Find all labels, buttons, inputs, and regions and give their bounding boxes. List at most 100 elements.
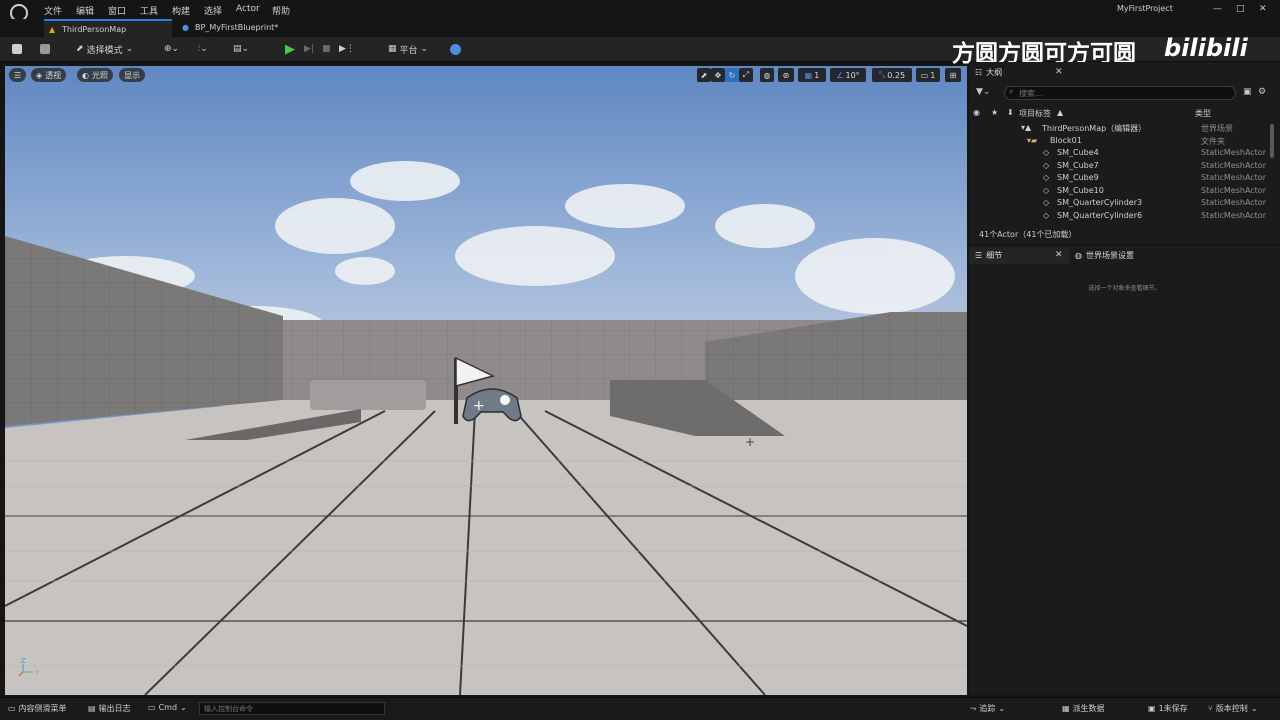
- unsaved-button[interactable]: ▣ 1未保存: [1148, 703, 1188, 714]
- menu-select[interactable]: 选择: [204, 4, 222, 17]
- chevron-down-icon: ⌄: [125, 44, 134, 54]
- stop-button[interactable]: ■: [322, 41, 331, 57]
- rotate-tool-button[interactable]: ↻: [725, 68, 739, 82]
- static-mesh-icon: ◇: [1043, 148, 1050, 157]
- blueprint-button[interactable]: ⫶⌄: [198, 41, 208, 57]
- tab-details[interactable]: ☰ 细节: [969, 247, 1069, 264]
- outliner-row[interactable]: ◇ SM_QuarterCylinder3 StaticMeshActor: [969, 198, 1269, 210]
- add-folder-icon[interactable]: ▣: [1243, 87, 1252, 97]
- row-label: SM_Cube4: [1057, 148, 1099, 157]
- svg-text:+: +: [473, 398, 485, 414]
- outliner-settings-icon[interactable]: ⚙: [1258, 87, 1266, 97]
- play-options-button[interactable]: ▶⋮: [339, 41, 355, 57]
- maximize-icon[interactable]: □: [1236, 4, 1245, 14]
- source-control-button[interactable]: ⑂ 版本控制 ⌄: [1208, 703, 1258, 714]
- menu-actor[interactable]: Actor: [236, 4, 260, 14]
- scale-tool-button[interactable]: ⤢: [739, 68, 753, 82]
- select-mode-dropdown[interactable]: ⬈ 选择模式 ⌄: [76, 41, 133, 57]
- derived-data-button[interactable]: ▦ 派生数据: [1062, 703, 1105, 714]
- translate-tool-button[interactable]: ✥: [711, 68, 725, 82]
- tab-label: ThirdPersonMap: [62, 25, 127, 34]
- output-log-button[interactable]: ▤ 输出日志: [88, 703, 131, 714]
- tab-world-settings[interactable]: ◍ 世界场景设置: [1069, 247, 1189, 264]
- close-icon[interactable]: ✕: [1259, 4, 1267, 14]
- crosshair-icon: +: [745, 435, 755, 449]
- row-type: 文件夹: [1201, 137, 1225, 146]
- tab-thirdpersonmap[interactable]: ▲ ThirdPersonMap: [44, 19, 172, 37]
- perspective-label: 透视: [45, 70, 62, 80]
- pin-icon[interactable]: ⬇: [1007, 108, 1014, 117]
- derived-data-icon: ▦: [1062, 704, 1070, 713]
- menu-file[interactable]: 文件: [44, 4, 62, 17]
- menu-tools[interactable]: 工具: [140, 4, 158, 17]
- col-label-header[interactable]: 项目标签: [1019, 108, 1051, 119]
- advance-frame-button[interactable]: ▶|: [304, 41, 314, 57]
- settings-globe-button[interactable]: [450, 41, 461, 57]
- tab-bp-myfirstblueprint[interactable]: ● BP_MyFirstBlueprint*: [177, 19, 307, 37]
- level-viewport[interactable]: + + Z Y: [5, 66, 967, 695]
- save-button[interactable]: [12, 41, 22, 57]
- visibility-icon[interactable]: ◉: [973, 108, 980, 117]
- rotation-snap-button[interactable]: ∠ 10°: [830, 68, 866, 82]
- world-space-button[interactable]: ◍: [760, 68, 774, 82]
- viewport-scene[interactable]: + + Z Y: [5, 66, 967, 695]
- outliner-row[interactable]: ◇ SM_Cube4 StaticMeshActor: [969, 148, 1269, 160]
- camera-speed-button[interactable]: ▭ 1: [916, 68, 940, 82]
- filter-icon[interactable]: ▼⌄: [976, 87, 990, 97]
- perspective-button[interactable]: ◈ 透视: [31, 68, 67, 82]
- scale-snap-button[interactable]: ⤡ 0.25: [872, 68, 912, 82]
- row-label: SM_QuarterCylinder6: [1057, 211, 1143, 220]
- outliner-row[interactable]: ▾▲ ThirdPersonMap（编辑器） 世界场景: [969, 123, 1269, 135]
- menu-window[interactable]: 窗口: [108, 4, 126, 17]
- select-mode-label: 选择模式: [86, 45, 123, 56]
- row-label: SM_QuarterCylinder3: [1057, 198, 1143, 207]
- angle-icon: ∠: [836, 70, 844, 80]
- save-icon: [12, 44, 22, 54]
- viewport-layout-button[interactable]: ⊞: [945, 68, 961, 82]
- camera-icon: ▭: [920, 70, 929, 80]
- surface-snap-button[interactable]: ⊛: [778, 68, 794, 82]
- outliner-row[interactable]: ◇ SM_Cube7 StaticMeshActor: [969, 161, 1269, 173]
- outliner-close-icon[interactable]: ✕: [1055, 67, 1063, 77]
- grid-snap-button[interactable]: ▦ 1: [798, 68, 826, 82]
- menu-build[interactable]: 构建: [172, 4, 190, 17]
- details-close-icon[interactable]: ✕: [1055, 250, 1063, 260]
- browse-button[interactable]: [40, 41, 50, 57]
- content-drawer-button[interactable]: ▭ 内容侧滑菜单: [8, 703, 67, 714]
- outliner-row[interactable]: ◇ SM_Cube9 StaticMeshActor: [969, 173, 1269, 185]
- bilibili-logo: bilibili: [1164, 34, 1248, 62]
- cylinder-block: [310, 380, 426, 410]
- tab-label: BP_MyFirstBlueprint*: [195, 23, 279, 32]
- scale-snap-icon: ⤡: [878, 70, 886, 79]
- outliner-search-input[interactable]: [1004, 86, 1236, 100]
- cinematics-button[interactable]: ▤⌄: [233, 41, 249, 57]
- menu-help[interactable]: 帮助: [272, 4, 290, 17]
- browse-icon: [40, 44, 50, 54]
- add-actor-button[interactable]: ⊕⌄: [164, 41, 179, 57]
- col-type-header[interactable]: 类型: [1195, 108, 1211, 119]
- outliner-row[interactable]: ◇ SM_QuarterCylinder6 StaticMeshActor: [969, 211, 1269, 223]
- show-button[interactable]: 显示: [119, 68, 145, 82]
- menu-edit[interactable]: 编辑: [76, 4, 94, 17]
- outliner-row[interactable]: ▾▰ Block01 文件夹: [969, 136, 1269, 148]
- outliner-row[interactable]: ◇ SM_Cube10 StaticMeshActor: [969, 186, 1269, 198]
- row-label: Block01: [1050, 136, 1082, 145]
- favorite-icon[interactable]: ★: [991, 108, 998, 117]
- play-button[interactable]: ▶: [285, 41, 295, 57]
- blueprint-menu-icon: ⫶⌄: [198, 44, 208, 54]
- platform-dropdown[interactable]: ▦ 平台 ⌄: [388, 41, 428, 57]
- content-drawer-icon: ▭: [8, 704, 16, 713]
- row-label: ThirdPersonMap（编辑器）: [1042, 124, 1147, 133]
- source-control-label: 版本控制: [1215, 704, 1248, 713]
- outliner-tab[interactable]: ☷ 大纲: [969, 64, 1069, 81]
- minimize-icon[interactable]: —: [1213, 4, 1222, 14]
- add-icon: ⊕⌄: [164, 44, 180, 54]
- lighting-button[interactable]: ◐ 光照: [77, 68, 113, 82]
- select-tool-button[interactable]: ⬈: [697, 68, 711, 82]
- console-input[interactable]: [199, 702, 385, 715]
- outliner-scrollbar[interactable]: [1270, 124, 1274, 158]
- trace-button[interactable]: ⤳ 追踪 ⌄: [970, 703, 1005, 714]
- angle-value: 10°: [845, 70, 860, 80]
- viewport-menu-button[interactable]: ☰: [9, 68, 27, 82]
- cmd-dropdown[interactable]: ▭ Cmd ⌄: [148, 703, 187, 712]
